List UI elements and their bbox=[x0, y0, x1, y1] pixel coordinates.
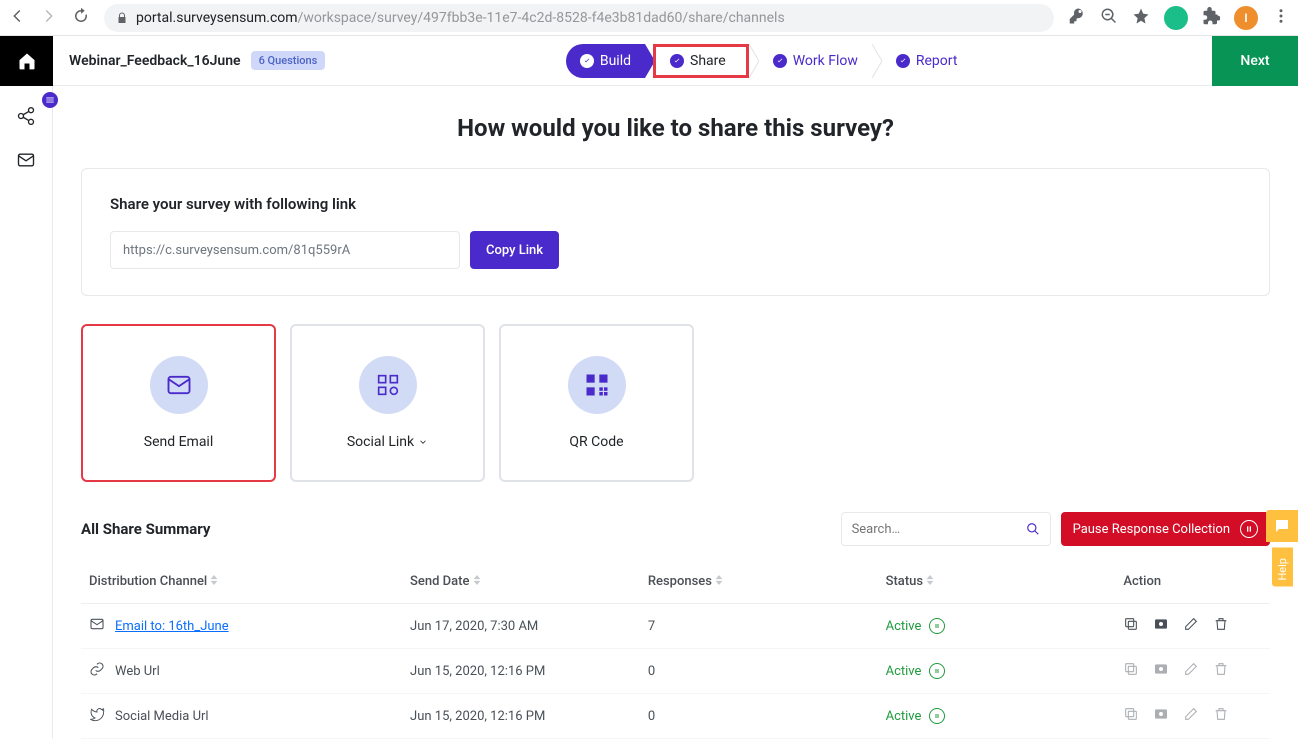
copy-action-icon[interactable] bbox=[1123, 661, 1139, 681]
copy-link-button[interactable]: Copy Link bbox=[470, 231, 559, 269]
extensions-icon[interactable] bbox=[1202, 7, 1220, 29]
preview-action-icon[interactable] bbox=[1153, 661, 1169, 681]
help-tab[interactable]: Help bbox=[1266, 510, 1298, 587]
avatar-icon[interactable]: I bbox=[1234, 6, 1258, 30]
responses-cell: 0 bbox=[640, 649, 878, 694]
table-row: Email to: 16th_June Jun 17, 2020, 7:30 A… bbox=[81, 604, 1270, 649]
step-build[interactable]: Build bbox=[566, 44, 645, 78]
send-date-cell: Jun 15, 2020, 12:16 PM bbox=[402, 694, 640, 739]
channel-link[interactable]: Email to: 16th_June bbox=[115, 619, 229, 634]
extension-grammarly-icon[interactable] bbox=[1164, 6, 1188, 30]
search-icon bbox=[1026, 520, 1040, 538]
check-icon bbox=[896, 54, 910, 68]
chevron-down-icon bbox=[418, 437, 428, 447]
card-qr-code[interactable]: QR Code bbox=[499, 324, 694, 482]
summary-title: All Share Summary bbox=[81, 520, 210, 538]
channel-text: Social Media Url bbox=[115, 709, 209, 724]
sort-icon[interactable] bbox=[473, 574, 481, 589]
rail-toggle-icon[interactable] bbox=[42, 92, 58, 108]
preview-action-icon[interactable] bbox=[1153, 616, 1169, 636]
delete-action-icon[interactable] bbox=[1213, 616, 1229, 636]
survey-title: Webinar_Feedback_16June bbox=[69, 53, 241, 69]
progress-steps: Build Share Work Flow Report bbox=[325, 44, 1212, 78]
app-header: Webinar_Feedback_16June 6 Questions Buil… bbox=[0, 36, 1298, 86]
summary-search[interactable] bbox=[841, 512, 1051, 546]
rail-email[interactable] bbox=[16, 150, 36, 170]
forward-button[interactable] bbox=[40, 7, 58, 29]
pause-icon bbox=[1240, 520, 1258, 538]
zoom-icon[interactable] bbox=[1100, 7, 1118, 29]
mail-icon bbox=[150, 356, 208, 414]
rail-share[interactable] bbox=[16, 106, 36, 126]
qr-icon bbox=[568, 356, 626, 414]
step-separator bbox=[872, 44, 882, 78]
share-icon bbox=[16, 106, 36, 126]
chat-icon bbox=[1266, 510, 1298, 542]
search-input[interactable] bbox=[852, 522, 1018, 537]
page-title: How would you like to share this survey? bbox=[81, 114, 1270, 142]
edit-action-icon[interactable] bbox=[1183, 616, 1199, 636]
edit-action-icon[interactable] bbox=[1183, 661, 1199, 681]
share-link-input[interactable] bbox=[110, 231, 460, 269]
pause-collection-button[interactable]: Pause Response Collection bbox=[1061, 512, 1270, 546]
card-social-link[interactable]: Social Link bbox=[290, 324, 485, 482]
table-row: Web Url Jun 15, 2020, 12:16 PM 0 Active bbox=[81, 649, 1270, 694]
next-button[interactable]: Next bbox=[1212, 36, 1298, 86]
key-icon[interactable] bbox=[1068, 7, 1086, 29]
table-row: Social Media Url Jun 15, 2020, 12:16 PM … bbox=[81, 694, 1270, 739]
sort-icon[interactable] bbox=[210, 574, 218, 589]
status-cell: Active bbox=[886, 708, 1108, 724]
delete-action-icon[interactable] bbox=[1213, 706, 1229, 726]
share-link-label: Share your survey with following link bbox=[110, 195, 1241, 213]
check-icon bbox=[670, 54, 684, 68]
reload-button[interactable] bbox=[72, 7, 90, 29]
step-separator bbox=[749, 44, 759, 78]
edit-action-icon[interactable] bbox=[1183, 706, 1199, 726]
preview-action-icon[interactable] bbox=[1153, 706, 1169, 726]
responses-cell: 0 bbox=[640, 694, 878, 739]
status-cell: Active bbox=[886, 618, 1108, 634]
step-share[interactable]: Share bbox=[653, 44, 749, 78]
share-link-panel: Share your survey with following link Co… bbox=[81, 168, 1270, 296]
delete-action-icon[interactable] bbox=[1213, 661, 1229, 681]
mail-icon bbox=[16, 150, 36, 170]
link-icon bbox=[89, 661, 105, 681]
pause-status-icon[interactable] bbox=[929, 618, 945, 634]
channel-text: Web Url bbox=[115, 664, 160, 679]
send-date-cell: Jun 17, 2020, 7:30 AM bbox=[402, 604, 640, 649]
copy-action-icon[interactable] bbox=[1123, 616, 1139, 636]
browser-toolbar: portal.surveysensum.com/workspace/survey… bbox=[0, 0, 1298, 36]
address-bar[interactable]: portal.surveysensum.com/workspace/survey… bbox=[104, 4, 1054, 32]
actions-cell bbox=[1123, 661, 1262, 681]
questions-badge[interactable]: 6 Questions bbox=[251, 51, 326, 70]
home-icon bbox=[17, 51, 37, 71]
sort-icon[interactable] bbox=[715, 574, 723, 589]
check-icon bbox=[580, 54, 594, 68]
social-link-icon bbox=[359, 356, 417, 414]
send-date-cell: Jun 15, 2020, 12:16 PM bbox=[402, 649, 640, 694]
step-workflow[interactable]: Work Flow bbox=[759, 44, 872, 78]
responses-cell: 7 bbox=[640, 604, 878, 649]
url-text: portal.surveysensum.com/workspace/survey… bbox=[136, 10, 785, 26]
check-icon bbox=[773, 54, 787, 68]
pause-status-icon[interactable] bbox=[929, 708, 945, 724]
mail-icon bbox=[89, 616, 105, 636]
home-button[interactable] bbox=[0, 36, 53, 86]
actions-cell bbox=[1123, 616, 1262, 636]
sort-icon[interactable] bbox=[926, 574, 934, 589]
lock-icon bbox=[116, 12, 128, 24]
twitter-icon bbox=[89, 706, 105, 726]
bookmark-star-icon[interactable] bbox=[1132, 7, 1150, 29]
actions-cell bbox=[1123, 706, 1262, 726]
step-report[interactable]: Report bbox=[882, 44, 972, 78]
left-rail bbox=[0, 86, 53, 739]
back-button[interactable] bbox=[8, 7, 26, 29]
share-summary-table: Distribution Channel Send Date Responses… bbox=[81, 560, 1270, 739]
copy-action-icon[interactable] bbox=[1123, 706, 1139, 726]
card-send-email[interactable]: Send Email bbox=[81, 324, 276, 482]
more-menu-icon[interactable] bbox=[1272, 7, 1290, 29]
